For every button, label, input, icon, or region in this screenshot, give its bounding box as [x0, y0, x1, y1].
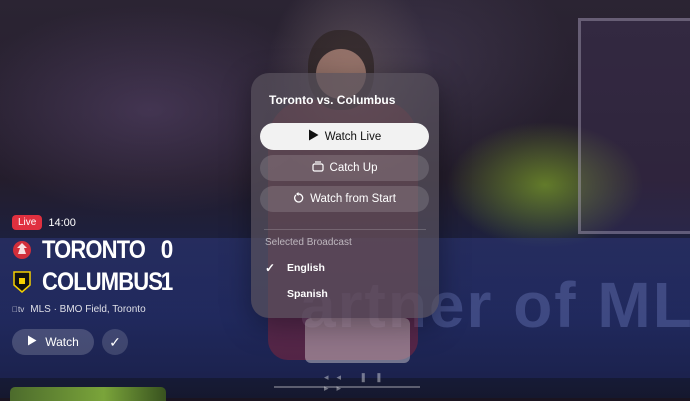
- playback-controls-icon: ◂◂ ❚❚ ▸▸: [324, 372, 391, 393]
- away-team-row: COLUMBUS 1: [12, 266, 252, 298]
- scrubber-bar[interactable]: [274, 386, 420, 388]
- game-meta: tv MLS · BMO Field, Toronto: [12, 304, 252, 315]
- catch-up-icon: [311, 161, 324, 175]
- home-team-name: TORONTO: [42, 235, 146, 264]
- watch-live-button[interactable]: Watch Live: [260, 123, 429, 150]
- watch-from-start-button[interactable]: Watch from Start: [260, 186, 429, 212]
- game-time: 14:00: [48, 216, 76, 229]
- next-content-thumbnail[interactable]: [10, 387, 166, 401]
- away-team-score: 1: [160, 267, 174, 296]
- watch-from-start-label: Watch from Start: [310, 193, 396, 205]
- checkmark-icon: ✓: [109, 333, 121, 350]
- broadcast-option-english[interactable]: ✓ English: [265, 261, 325, 275]
- selected-broadcast-label: Selected Broadcast: [265, 237, 352, 248]
- popup-title: Toronto vs. Columbus: [269, 93, 396, 107]
- home-team-score: 0: [160, 235, 174, 264]
- columbus-crew-logo-icon: [12, 271, 32, 293]
- league-venue-text: MLS · BMO Field, Toronto: [24, 304, 145, 315]
- play-icon: [27, 335, 37, 349]
- watch-options-popup: Toronto vs. Columbus Watch Live Catch Up…: [251, 73, 439, 318]
- broadcast-option-label: English: [287, 262, 325, 274]
- home-team-row: TORONTO 0: [12, 234, 252, 266]
- watch-button[interactable]: Watch: [12, 329, 94, 355]
- away-team-name: COLUMBUS: [42, 267, 163, 296]
- popup-divider: [264, 229, 426, 230]
- checkmark-icon: ✓: [265, 261, 276, 275]
- goal-frame: [578, 18, 690, 234]
- catch-up-button[interactable]: Catch Up: [260, 155, 429, 181]
- toronto-fc-logo-icon: [12, 239, 32, 261]
- game-info-panel: Live 14:00 TORONTO 0 COLUMBUS 1 tv MLS …: [12, 215, 252, 355]
- apple-tv-icon: tv: [12, 305, 24, 314]
- restart-icon: [293, 191, 304, 207]
- game-actions: Watch ✓: [12, 329, 252, 355]
- broadcast-option-spanish[interactable]: Spanish: [265, 288, 328, 300]
- watch-button-label: Watch: [45, 335, 79, 349]
- playback-scrubber[interactable]: ◂◂ ❚❚ ▸▸: [272, 372, 422, 393]
- play-icon: [308, 129, 319, 144]
- status-row: Live 14:00: [12, 215, 252, 230]
- live-badge: Live: [12, 215, 43, 230]
- watch-live-label: Watch Live: [324, 130, 382, 143]
- player-shorts: [305, 318, 410, 363]
- added-checkmark-button[interactable]: ✓: [102, 329, 128, 355]
- catch-up-label: Catch Up: [329, 162, 378, 174]
- broadcast-option-label: Spanish: [287, 288, 328, 300]
